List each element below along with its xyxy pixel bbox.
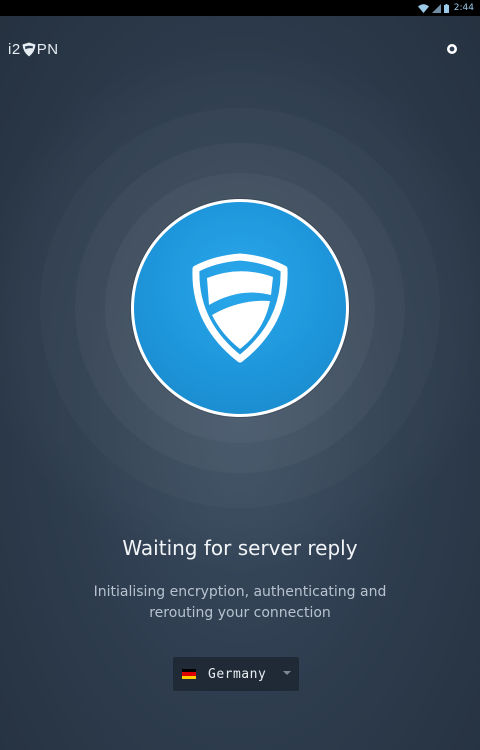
- germany-flag-icon: [182, 669, 196, 679]
- description-line: Initialising encryption, authenticating …: [93, 584, 387, 600]
- description-line: rerouting your connection: [149, 605, 331, 621]
- app-logo: i2 PN: [8, 41, 59, 58]
- logo-prefix: i2: [8, 40, 21, 58]
- signal-icon: [431, 3, 441, 13]
- connection-status-title: Waiting for server reply: [122, 536, 358, 560]
- shield-icon: [192, 253, 288, 363]
- country-label: Germany: [208, 666, 267, 682]
- battery-icon: [443, 3, 449, 13]
- clock: 2:44: [453, 3, 474, 13]
- connection-status-description: Initialising encryption, authenticating …: [0, 582, 480, 624]
- logo-suffix: PN: [36, 40, 59, 58]
- wifi-icon: [417, 3, 429, 13]
- chevron-down-icon: [283, 671, 291, 675]
- settings-button[interactable]: [442, 39, 462, 59]
- status-bar: 2:44: [0, 0, 480, 16]
- logo-shield-icon: [22, 42, 36, 56]
- country-select[interactable]: Germany: [173, 657, 299, 691]
- connect-button[interactable]: [131, 199, 349, 417]
- gear-icon: [447, 44, 457, 54]
